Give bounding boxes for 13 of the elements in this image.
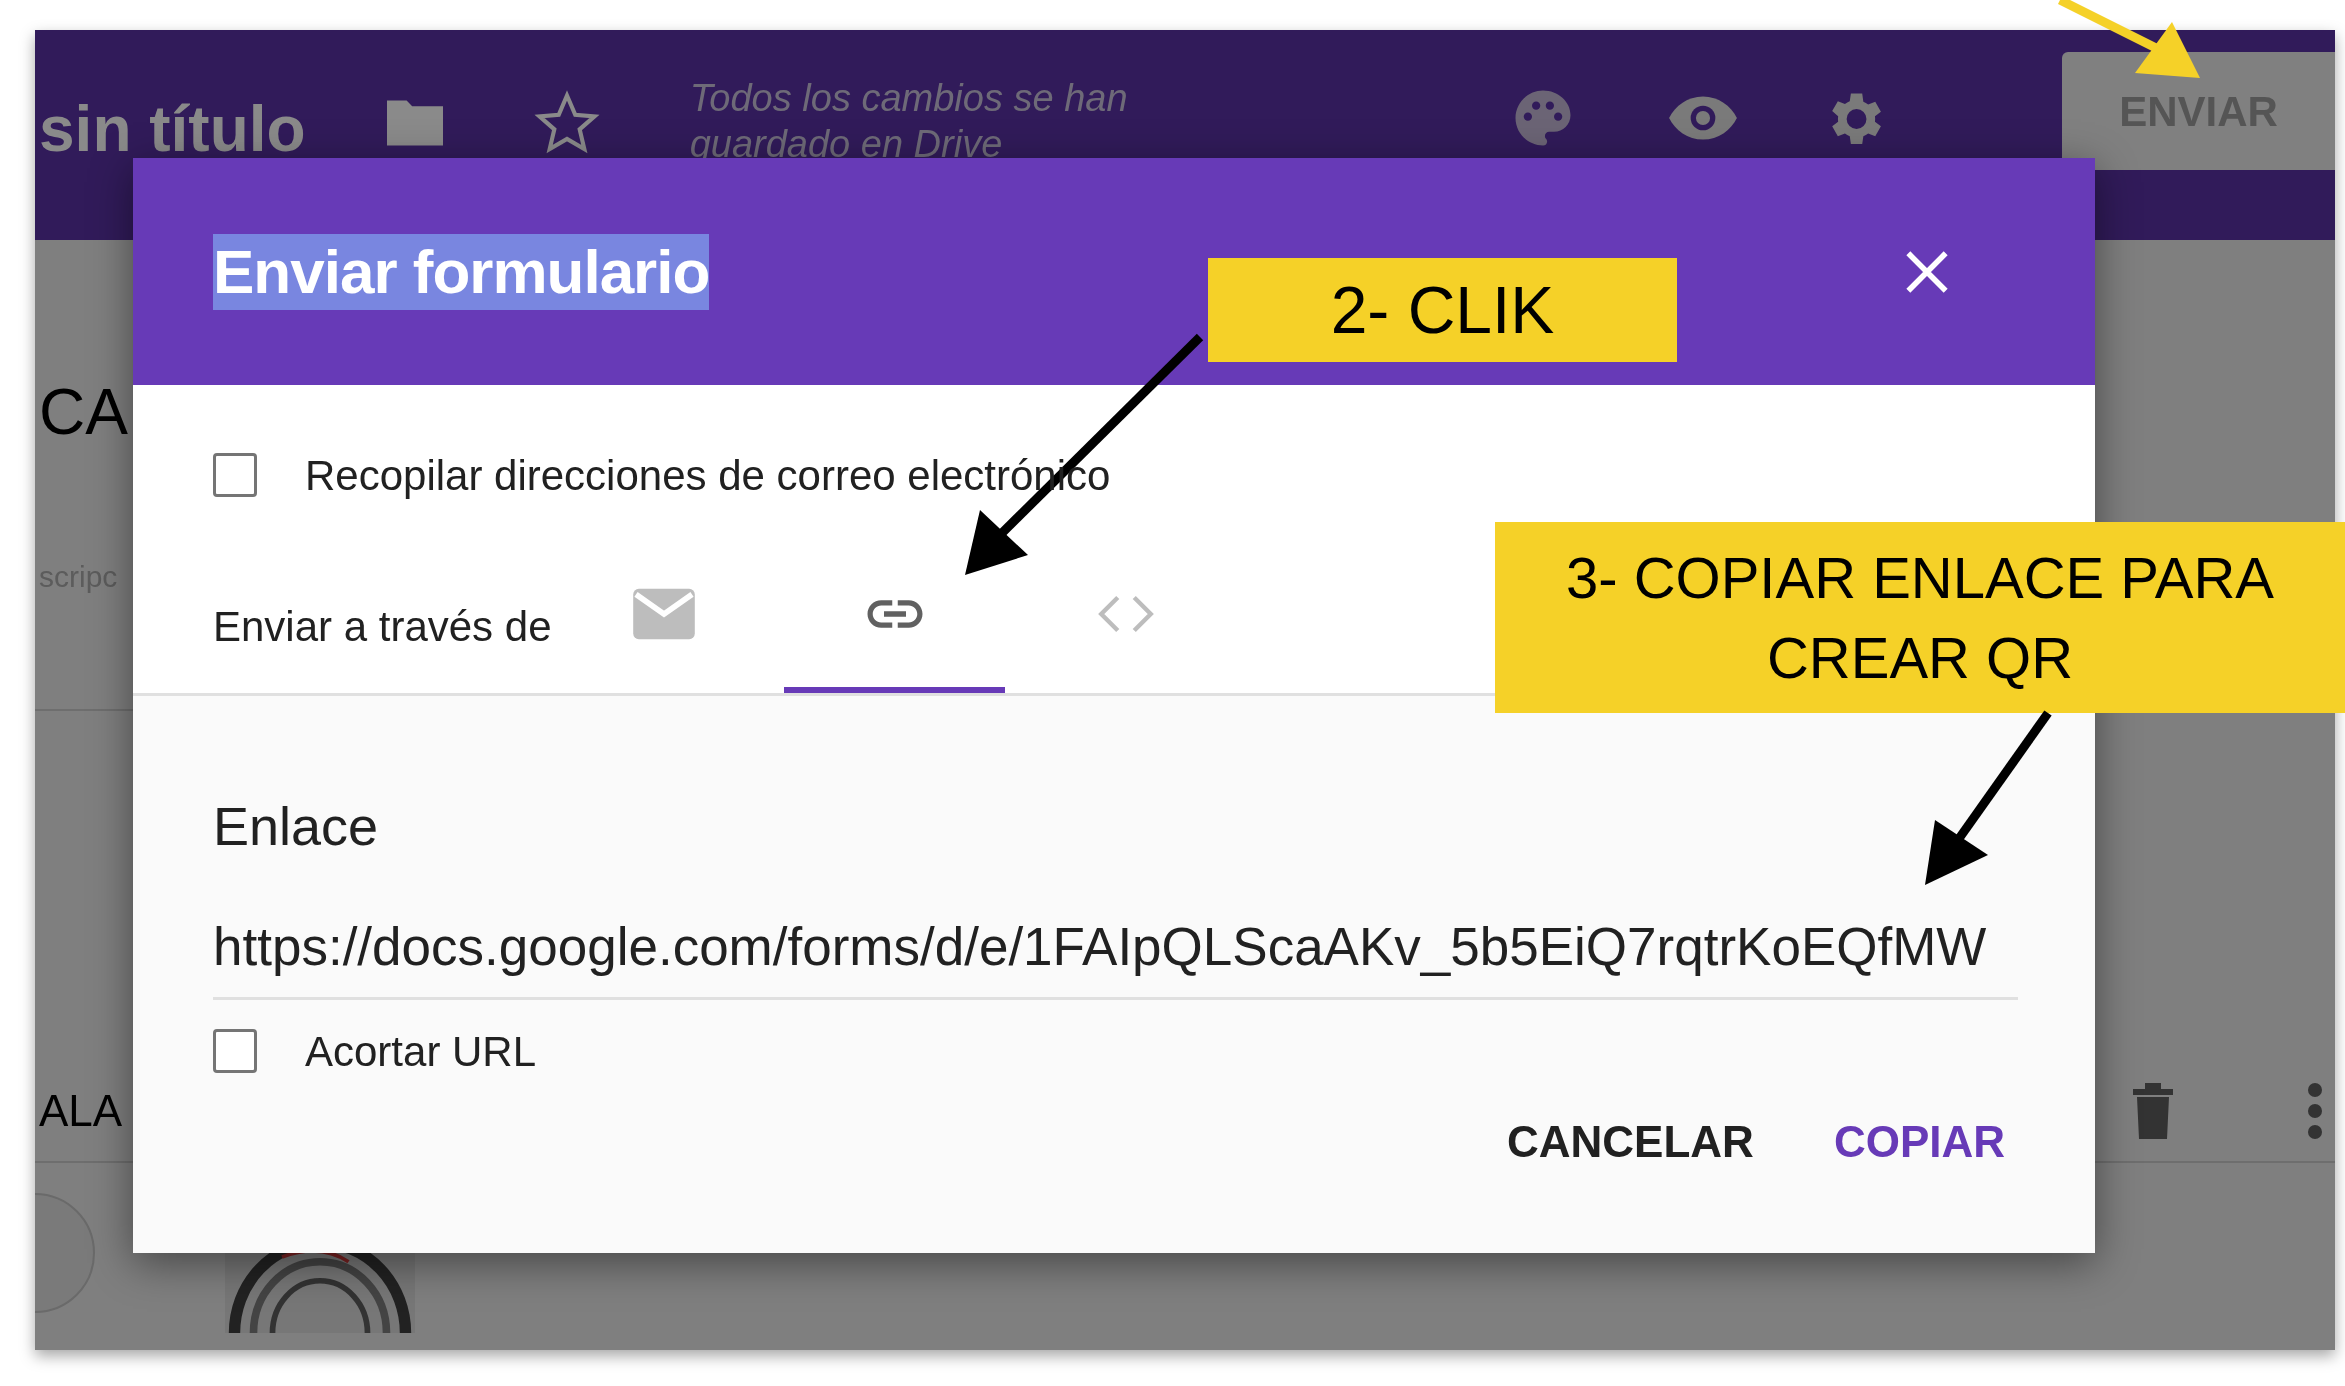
copy-button[interactable]: COPIAR [1813,1092,2025,1191]
annotation-label: 3- COPIAR ENLACE PARA CREAR QR [1495,522,2345,713]
section-title: Enlace [213,795,380,858]
cancel-button[interactable]: CANCELAR [1487,1092,1774,1191]
dialog-title: Enviar formulario [213,233,710,310]
annotation-label: 2- CLIK [1208,258,1677,362]
form-heading: CA [39,380,128,444]
form-title: sin título [39,97,306,161]
question-title: ALA [39,1089,123,1133]
save-status: Todos los cambios se han guardado en Drive [689,76,1129,167]
send-via-label: Enviar a través de [213,602,553,652]
link-field[interactable]: https://docs.google.com/forms/d/e/1FAIpQLScaAKv_5b5EiQ7rqtrKoEQfMW [213,907,2018,1000]
checkbox-label: Acortar URL [305,1026,537,1077]
